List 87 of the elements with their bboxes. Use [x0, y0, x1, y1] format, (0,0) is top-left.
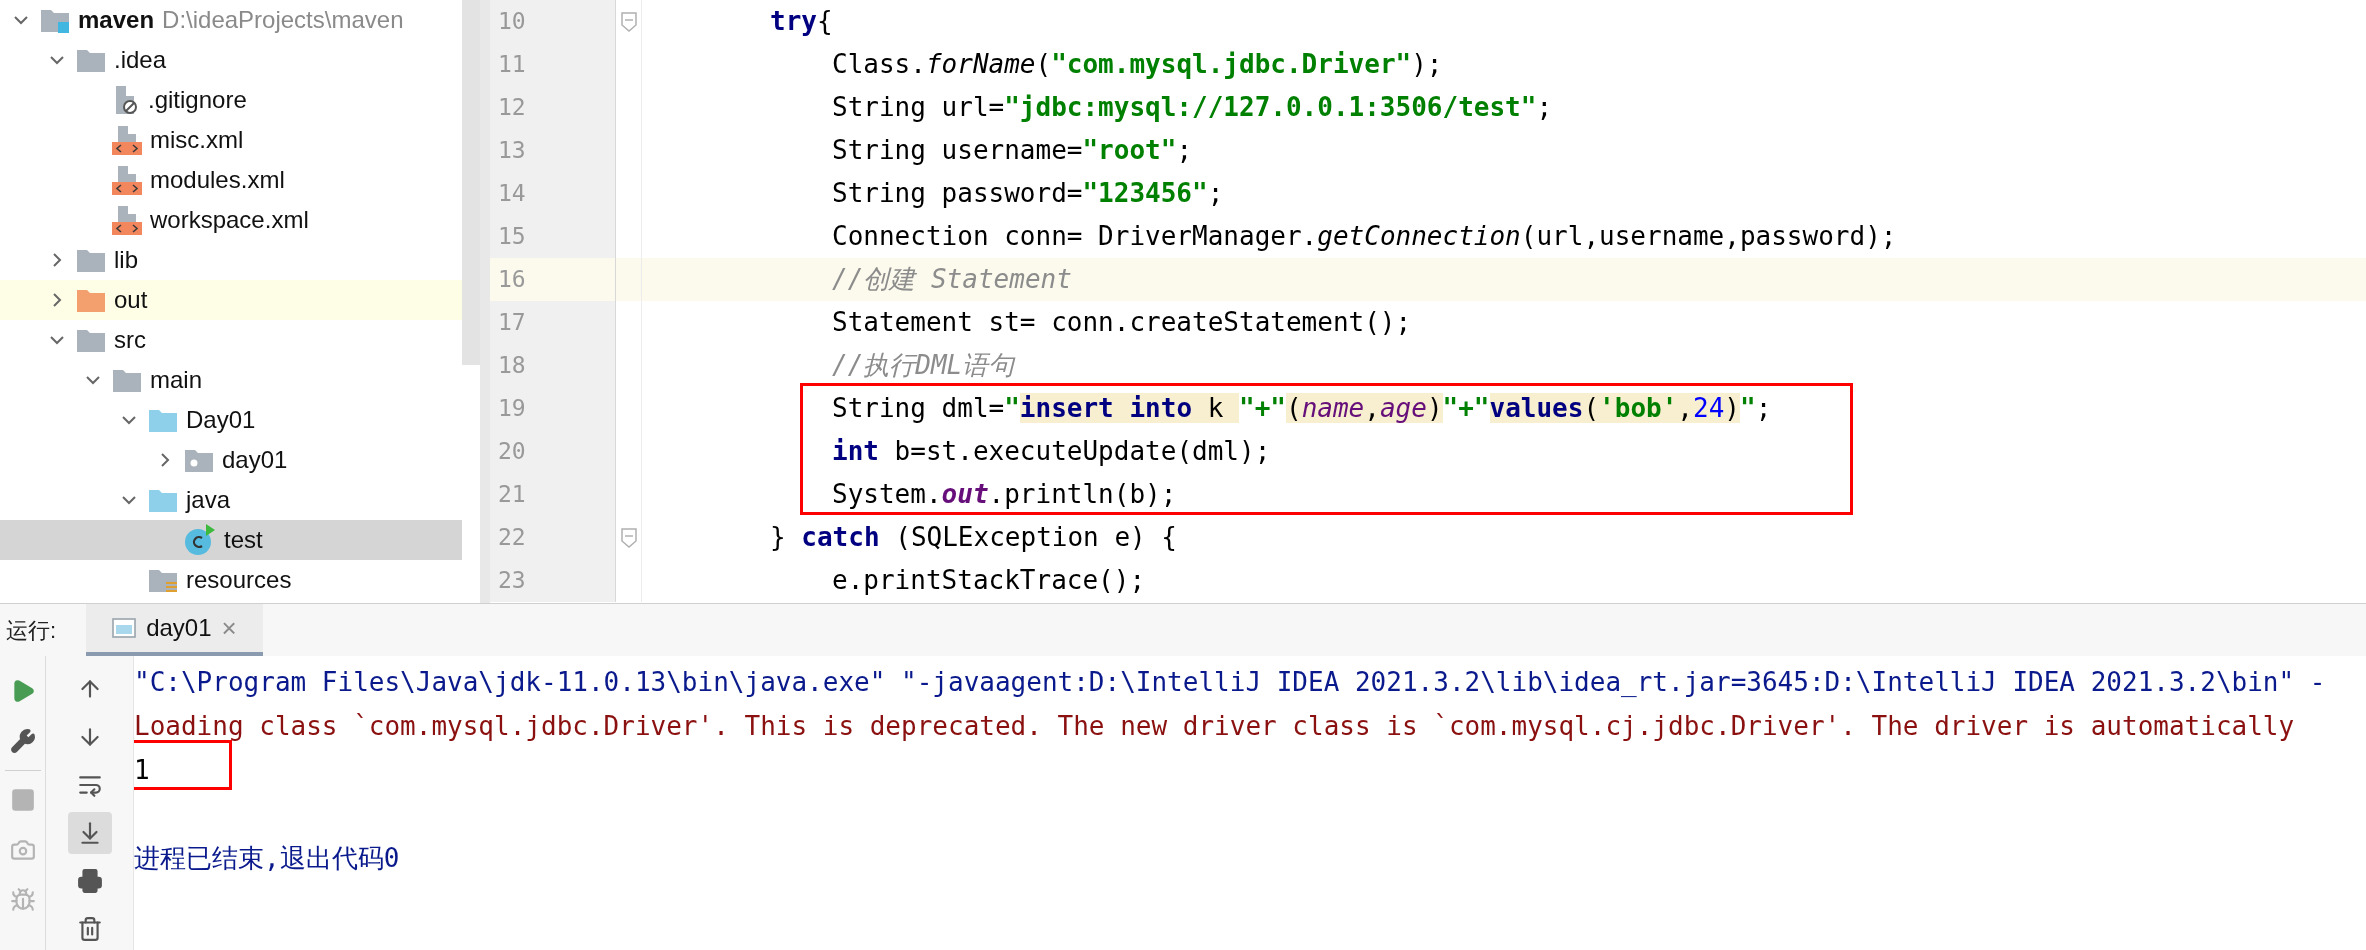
line-number: 19: [498, 394, 526, 424]
code-line: try{: [770, 5, 833, 38]
folder-icon: [76, 47, 106, 73]
folder-icon: [148, 407, 178, 433]
project-folder-icon: [40, 7, 70, 33]
tree-row[interactable]: .idea: [0, 40, 462, 80]
run-panel-label: 运行:: [6, 616, 57, 645]
tree-item-label: main: [150, 365, 203, 395]
tree-item-label: resources: [186, 565, 292, 595]
code-line: } catch (SQLException e) {: [770, 521, 1177, 554]
tree-item-label: workspace.xml: [150, 205, 309, 235]
fold-marker-icon[interactable]: [620, 11, 637, 32]
tree-item-label: lib: [114, 245, 138, 275]
code-line: int b=st.executeUpdate(dml);: [832, 435, 1271, 468]
tree-row[interactable]: misc.xml: [0, 120, 462, 160]
tree-row[interactable]: src: [0, 320, 462, 360]
tree-item-label: src: [114, 325, 146, 355]
code-line: Connection conn= DriverManager.getConnection(url,username,password);: [832, 220, 1897, 253]
line-number: 22: [498, 523, 526, 553]
trash-icon[interactable]: [76, 916, 103, 942]
resources-folder-icon: [148, 567, 178, 593]
line-number: 11: [498, 50, 526, 80]
code-line: String url="jdbc:mysql://127.0.0.1:3506/test";: [832, 91, 1553, 124]
tree-item-label: modules.xml: [150, 165, 285, 195]
folder-icon: [76, 287, 106, 313]
folder-icon: [112, 367, 142, 393]
line-number: 13: [498, 136, 526, 166]
folder-icon: [76, 327, 106, 353]
tree-item-label: misc.xml: [150, 125, 244, 155]
project-path: D:\ideaProjects\maven: [162, 5, 404, 35]
line-number: 21: [498, 480, 526, 510]
console-window-icon: [112, 618, 137, 638]
tree-item-label: test: [224, 525, 263, 555]
folder-icon: [148, 487, 178, 513]
printer-icon[interactable]: [76, 868, 103, 894]
code-line: Class.forName("com.mysql.jdbc.Driver");: [832, 48, 1443, 81]
tree-item-label: out: [114, 285, 148, 315]
console-line: Loading class `com.mysql.jdbc.Driver'. This is deprecated. The new driver class is `com.mysql.cj.jdbc.Driver'. The driver is automatically: [134, 709, 2295, 743]
tree-row[interactable]: workspace.xml: [0, 200, 462, 240]
tree-row[interactable]: .gitignore: [0, 80, 462, 120]
line-number: 12: [498, 93, 526, 123]
tree-item-label: .gitignore: [148, 85, 247, 115]
tree-row[interactable]: maven D:\ideaProjects\maven: [0, 0, 462, 40]
line-number: 18: [498, 351, 526, 381]
tab-label: day01: [146, 613, 212, 643]
code-line: Statement st= conn.createStatement();: [832, 306, 1412, 339]
line-number: 14: [498, 179, 526, 209]
folder-icon: [76, 247, 106, 273]
xml-file-icon: [112, 205, 142, 235]
console-line: "C:\Program Files\Java\jdk-11.0.13\bin\java.exe" "-javaagent:D:\IntelliJ IDEA 2021.3.2\lib\idea_rt.jar=3645:D:\IntelliJ IDEA 2021.3.2\bin" -: [134, 665, 2326, 699]
code-line: e.printStackTrace();: [832, 564, 1146, 597]
tree-item-label: maven: [78, 5, 155, 35]
tree-item-label: java: [186, 485, 231, 515]
code-line: String username="root";: [832, 134, 1193, 167]
tree-row[interactable]: java: [0, 480, 462, 520]
code-line: String dml="insert into k "+"(name,age)"+"values('bob',24)";: [832, 392, 1772, 425]
console-line: 1: [134, 753, 150, 787]
tree-item-label: day01: [222, 445, 288, 475]
tree-item-label: .idea: [114, 45, 167, 75]
line-number: 16: [498, 265, 526, 295]
tree-row[interactable]: lib: [0, 240, 462, 280]
run-tab[interactable]: day01 ×: [86, 604, 263, 656]
line-number: 20: [498, 437, 526, 467]
console-line: 进程已结束,退出代码0: [134, 841, 400, 875]
xml-file-icon: [112, 125, 142, 155]
tree-row[interactable]: test: [0, 520, 462, 560]
code-line: //执行DML语句: [832, 349, 1015, 382]
xml-file-icon: [112, 165, 142, 195]
class-icon: [184, 524, 216, 556]
code-line: System.out.println(b);: [832, 478, 1177, 511]
line-number: 23: [498, 566, 526, 596]
scrollbar-thumb[interactable]: [462, 0, 480, 365]
tree-item-label: Day01: [186, 405, 256, 435]
package-folder-icon: [184, 447, 214, 473]
tree-row[interactable]: out: [0, 280, 462, 320]
wrench-icon[interactable]: [9, 728, 36, 754]
tree-row[interactable]: modules.xml: [0, 160, 462, 200]
tree-row[interactable]: resources: [0, 560, 462, 600]
line-number: 10: [498, 7, 526, 37]
tree-row[interactable]: day01: [0, 440, 462, 480]
line-number: 17: [498, 308, 526, 338]
code-line: //创建 Statement: [832, 263, 1072, 296]
tree-row[interactable]: main: [0, 360, 462, 400]
line-number: 15: [498, 222, 526, 252]
tree-row[interactable]: Day01: [0, 400, 462, 440]
code-line: String password="123456";: [832, 177, 1224, 210]
fold-marker-icon[interactable]: [620, 527, 637, 548]
